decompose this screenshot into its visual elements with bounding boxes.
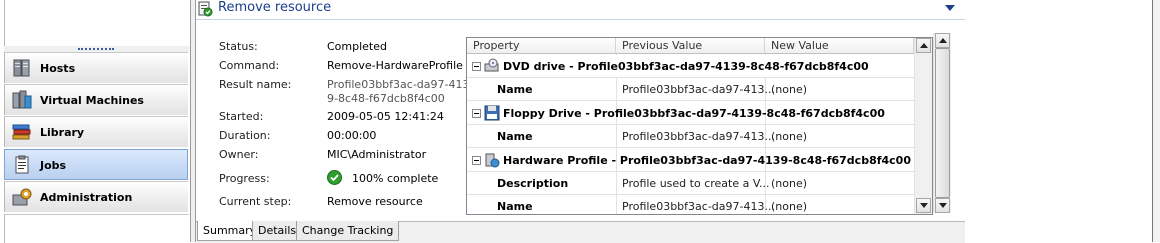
nav-item-library[interactable]: Library <box>4 116 188 147</box>
jobs-icon <box>15 155 29 174</box>
current-step-label: Current step: <box>219 195 292 208</box>
hardware-profile-icon <box>485 153 500 168</box>
cell-property: Name <box>497 130 533 143</box>
group-row-dvd-drive[interactable]: DVD drive - Profile03bbf3ac-da97-4139-8c… <box>467 55 914 78</box>
cell-previous-value: Profile03bbf3ac-da97-413... <box>622 83 775 96</box>
duration-label: Duration: <box>219 129 271 142</box>
detail-scroll-thumb[interactable] <box>935 48 950 198</box>
tab-change-tracking[interactable]: Change Tracking <box>296 221 400 241</box>
nav-item-label: Jobs <box>40 159 67 172</box>
result-name-label: Result name: <box>219 78 292 91</box>
nav-item-label: Virtual Machines <box>40 94 144 107</box>
progress-value: 100% complete <box>352 172 439 185</box>
administration-icon <box>12 188 32 206</box>
detail-title: Remove resource <box>218 0 332 15</box>
nav-item-jobs[interactable]: Jobs <box>4 149 188 180</box>
floppy-drive-icon <box>484 105 500 121</box>
cell-property: Name <box>497 83 533 96</box>
table-row[interactable]: Name Profile03bbf3ac-da97-413... (none) <box>467 125 914 148</box>
virtual-machines-icon <box>12 90 32 109</box>
collapse-arrow-icon[interactable] <box>945 5 955 11</box>
tab-details[interactable]: Details <box>252 221 303 241</box>
status-label: Status: <box>219 40 258 53</box>
navigation-tree-area <box>4 0 189 46</box>
cell-new-value: (none) <box>771 130 808 143</box>
window-edge <box>1153 0 1160 242</box>
owner-label: Owner: <box>219 148 259 161</box>
collapse-group-icon[interactable] <box>472 109 481 118</box>
change-tracking-grid: Property Previous Value New Value DVD dr… <box>466 37 933 215</box>
owner-value: MIC\Administrator <box>327 148 427 161</box>
nav-item-label: Hosts <box>40 62 76 75</box>
navigation-bottom-area <box>4 214 189 243</box>
cell-previous-value: Profile used to create a V... <box>622 177 770 190</box>
started-label: Started: <box>219 110 264 123</box>
cell-property: Description <box>497 177 569 190</box>
group-row-floppy-drive[interactable]: Floppy Drive - Profile03bbf3ac-da97-4139… <box>467 102 914 125</box>
group-title: DVD drive - Profile03bbf3ac-da97-4139-8c… <box>503 60 869 73</box>
actions-pane <box>967 0 1160 242</box>
progress-label: Progress: <box>219 172 270 185</box>
duration-value: 00:00:00 <box>327 129 377 142</box>
grid-scroll-up-button[interactable] <box>916 38 931 53</box>
library-icon <box>12 124 31 140</box>
collapse-group-icon[interactable] <box>472 156 481 165</box>
cell-new-value: (none) <box>771 200 808 213</box>
cell-new-value: (none) <box>771 177 808 190</box>
nav-item-label: Library <box>40 126 85 139</box>
table-row[interactable]: Description Profile used to create a V..… <box>467 172 914 195</box>
group-row-hardware-profile[interactable]: Hardware Profile - Profile03bbf3ac-da97-… <box>467 149 914 172</box>
group-title: Floppy Drive - Profile03bbf3ac-da97-4139… <box>503 107 885 120</box>
remove-resource-icon <box>198 1 213 17</box>
nav-item-label: Administration <box>40 191 133 204</box>
detail-scrollbar[interactable] <box>933 33 951 213</box>
cell-new-value: (none) <box>771 83 808 96</box>
cell-previous-value: Profile03bbf3ac-da97-413... <box>622 200 775 213</box>
hosts-icon <box>13 59 30 77</box>
column-header-new-value[interactable]: New Value <box>765 38 914 54</box>
nav-item-virtual-machines[interactable]: Virtual Machines <box>4 84 188 115</box>
started-value: 2009-05-05 12:41:24 <box>327 110 444 123</box>
cell-previous-value: Profile03bbf3ac-da97-413... <box>622 130 775 143</box>
status-value: Completed <box>327 40 387 53</box>
check-icon <box>327 170 342 185</box>
table-row[interactable]: Name Profile03bbf3ac-da97-413... (none) <box>467 78 914 101</box>
nav-item-administration[interactable]: Administration <box>4 181 188 212</box>
dvd-drive-icon <box>484 58 499 72</box>
column-header-previous-value[interactable]: Previous Value <box>616 38 765 54</box>
nav-item-hosts[interactable]: Hosts <box>4 52 188 83</box>
command-label: Command: <box>219 59 280 72</box>
collapse-group-icon[interactable] <box>472 62 481 71</box>
detail-scroll-down-button[interactable] <box>935 198 950 213</box>
current-step-value: Remove resource <box>327 195 423 208</box>
table-row[interactable]: Name Profile03bbf3ac-da97-413... (none) <box>467 195 914 214</box>
group-title: Hardware Profile - Profile03bbf3ac-da97-… <box>503 154 911 167</box>
cell-property: Name <box>497 200 533 213</box>
command-value: Remove-HardwareProfile <box>327 59 463 72</box>
result-name-value-continued: 9-8c48-f67dcb8f4c00 <box>327 92 445 105</box>
grid-scroll-down-button[interactable] <box>916 198 931 213</box>
result-name-value: Profile03bbf3ac-da97-413 <box>327 78 470 91</box>
detail-scroll-up-button[interactable] <box>935 33 950 48</box>
column-header-property[interactable]: Property <box>467 38 616 54</box>
grid-scrollbar[interactable] <box>914 38 932 214</box>
